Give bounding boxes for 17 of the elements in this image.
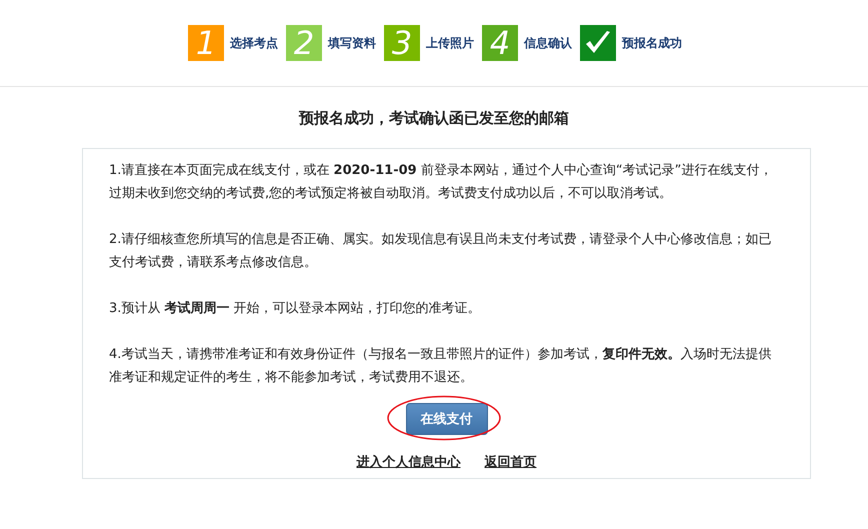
pay-button[interactable]: 在线支付 bbox=[406, 403, 488, 435]
step-number: 1 bbox=[188, 25, 224, 61]
step-label: 选择考点 bbox=[230, 34, 278, 52]
notice-paragraph: 1.请直接在本页面完成在线支付，或在 2020-11-09 前登录本网站，通过个人中心查询“考试记录”进行在线支付，过期未收到您交纳的考试费,您的考试预定将被自动取消。考试费支付成功以后，不可以取消考试。 bbox=[109, 162, 774, 203]
step-number: 3 bbox=[384, 25, 420, 61]
nav-link[interactable]: 返回首页 bbox=[484, 453, 536, 471]
step-number: 4 bbox=[482, 25, 518, 61]
notice-paragraph: 3.预计从 考试周周一 开始，可以登录本网站，打印您的准考证。 bbox=[109, 300, 482, 318]
step-label: 上传照片 bbox=[426, 34, 474, 52]
notice-paragraph: 2.请仔细核查您所填写的信息是否正确、属实。如发现信息有误且尚未支付考试费，请登录个人中心修改信息；如已支付考试费，请联系考点修改信息。 bbox=[109, 231, 772, 272]
step-number: 2 bbox=[286, 25, 322, 61]
step-label: 信息确认 bbox=[524, 34, 572, 52]
nav-link[interactable]: 进入个人信息中心 bbox=[356, 453, 460, 471]
page-title: 预报名成功，考试确认函已发至您的邮箱 bbox=[298, 109, 570, 128]
step-label: 预报名成功 bbox=[622, 34, 682, 52]
notice-paragraph: 4.考试当天，请携带准考证和有效身份证件（与报名一致且带照片的证件）参加考试，复印件无效。入场时无法提供准考证和规定证件的考生，将不能参加考试，考试费用不退还。 bbox=[109, 346, 772, 387]
step-label: 填写资料 bbox=[328, 34, 376, 52]
